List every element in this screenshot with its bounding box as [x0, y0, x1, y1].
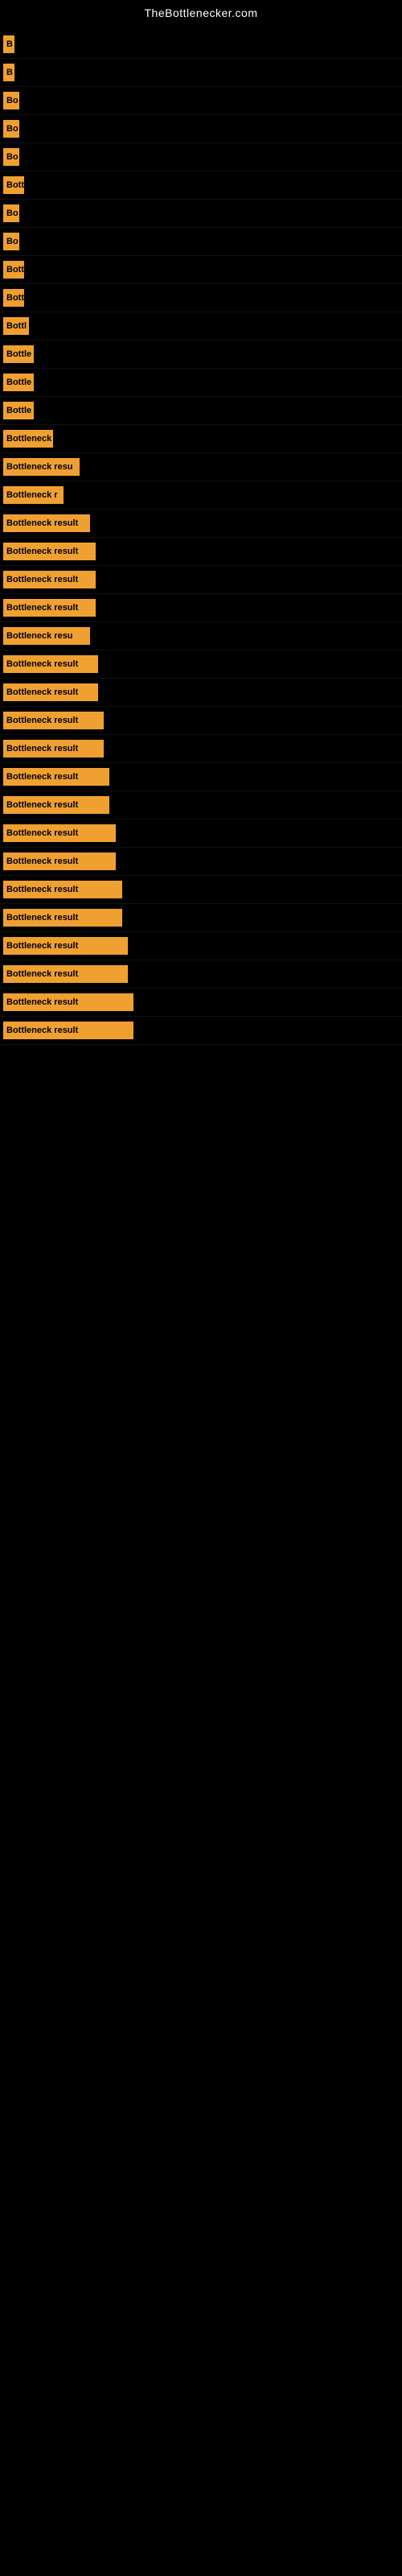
- bar-row: Bottleneck result: [0, 960, 402, 989]
- bar-row: Bottleneck result: [0, 1017, 402, 1045]
- bottleneck-bar-25: Bottleneck result: [3, 740, 104, 758]
- bar-row: Bo: [0, 143, 402, 171]
- bar-row: Bottleneck result: [0, 650, 402, 679]
- bar-row: Bottleneck resu: [0, 453, 402, 481]
- bottleneck-bar-8: Bott: [3, 261, 24, 279]
- bar-row: Bo: [0, 200, 402, 228]
- bottleneck-bar-18: Bottleneck result: [3, 543, 96, 560]
- bar-row: Bottleneck result: [0, 735, 402, 763]
- bottleneck-bar-17: Bottleneck result: [3, 514, 90, 532]
- bar-row: Bottleneck result: [0, 566, 402, 594]
- bar-row: Bottleneck result: [0, 989, 402, 1017]
- bar-row: Bottleneck result: [0, 707, 402, 735]
- bottleneck-bar-32: Bottleneck result: [3, 937, 128, 955]
- bottleneck-bar-16: Bottleneck r: [3, 486, 64, 504]
- bottleneck-bar-26: Bottleneck result: [3, 768, 109, 786]
- bottleneck-bar-20: Bottleneck result: [3, 599, 96, 617]
- bar-row: Bottleneck result: [0, 904, 402, 932]
- bottleneck-bar-6: Bo: [3, 204, 19, 222]
- bottleneck-bar-1: B: [3, 64, 14, 81]
- bottleneck-bar-15: Bottleneck resu: [3, 458, 80, 476]
- bottleneck-bar-13: Bottle: [3, 402, 34, 419]
- bottleneck-bar-31: Bottleneck result: [3, 909, 122, 927]
- bottleneck-bar-35: Bottleneck result: [3, 1022, 133, 1039]
- bottleneck-bar-14: Bottleneck: [3, 430, 53, 448]
- bar-row: Bottleneck result: [0, 791, 402, 819]
- bottleneck-bar-0: B: [3, 35, 14, 53]
- bottleneck-bar-3: Bo: [3, 120, 19, 138]
- bar-row: Bott: [0, 171, 402, 200]
- bar-row: B: [0, 59, 402, 87]
- bar-row: B: [0, 31, 402, 59]
- bottleneck-bar-29: Bottleneck result: [3, 852, 116, 870]
- bar-row: Bottleneck result: [0, 538, 402, 566]
- bottleneck-bar-23: Bottleneck result: [3, 683, 98, 701]
- bottleneck-bar-11: Bottle: [3, 345, 34, 363]
- bar-row: Bottleneck result: [0, 679, 402, 707]
- bottleneck-bar-21: Bottleneck resu: [3, 627, 90, 645]
- bar-row: Bo: [0, 87, 402, 115]
- bar-row: Bottleneck result: [0, 510, 402, 538]
- bar-row: Bottleneck result: [0, 819, 402, 848]
- bar-row: Bottleneck result: [0, 763, 402, 791]
- bottleneck-bar-12: Bottle: [3, 374, 34, 391]
- bottleneck-bar-5: Bott: [3, 176, 24, 194]
- bottleneck-bar-22: Bottleneck result: [3, 655, 98, 673]
- bottleneck-bar-33: Bottleneck result: [3, 965, 128, 983]
- bar-row: Bottleneck result: [0, 932, 402, 960]
- bar-row: Bottleneck result: [0, 848, 402, 876]
- bar-row: Bottl: [0, 312, 402, 341]
- bottleneck-bar-2: Bo: [3, 92, 19, 109]
- site-title: TheBottlenecker.com: [0, 0, 402, 23]
- bottleneck-bar-27: Bottleneck result: [3, 796, 109, 814]
- bottleneck-bar-19: Bottleneck result: [3, 571, 96, 588]
- bar-row: Bottleneck r: [0, 481, 402, 510]
- bar-row: Bottleneck resu: [0, 622, 402, 650]
- bar-row: Bottle: [0, 397, 402, 425]
- bar-row: Bott: [0, 284, 402, 312]
- bottleneck-bar-10: Bottl: [3, 317, 29, 335]
- bottleneck-bar-24: Bottleneck result: [3, 712, 104, 729]
- bottleneck-bar-7: Bo: [3, 233, 19, 250]
- bar-row: Bottle: [0, 341, 402, 369]
- bar-row: Bottleneck: [0, 425, 402, 453]
- bar-row: Bott: [0, 256, 402, 284]
- bottleneck-bar-30: Bottleneck result: [3, 881, 122, 898]
- bar-row: Bottleneck result: [0, 594, 402, 622]
- bottleneck-bar-9: Bott: [3, 289, 24, 307]
- bottleneck-bar-34: Bottleneck result: [3, 993, 133, 1011]
- bar-row: Bo: [0, 115, 402, 143]
- bar-row: Bo: [0, 228, 402, 256]
- bottleneck-bar-28: Bottleneck result: [3, 824, 116, 842]
- bar-row: Bottleneck result: [0, 876, 402, 904]
- bar-row: Bottle: [0, 369, 402, 397]
- bars-container: BB Bo Bo Bo Bott Bo Bo Bott Bott Bottl Bottle Bottl…: [0, 23, 402, 1045]
- bottleneck-bar-4: Bo: [3, 148, 19, 166]
